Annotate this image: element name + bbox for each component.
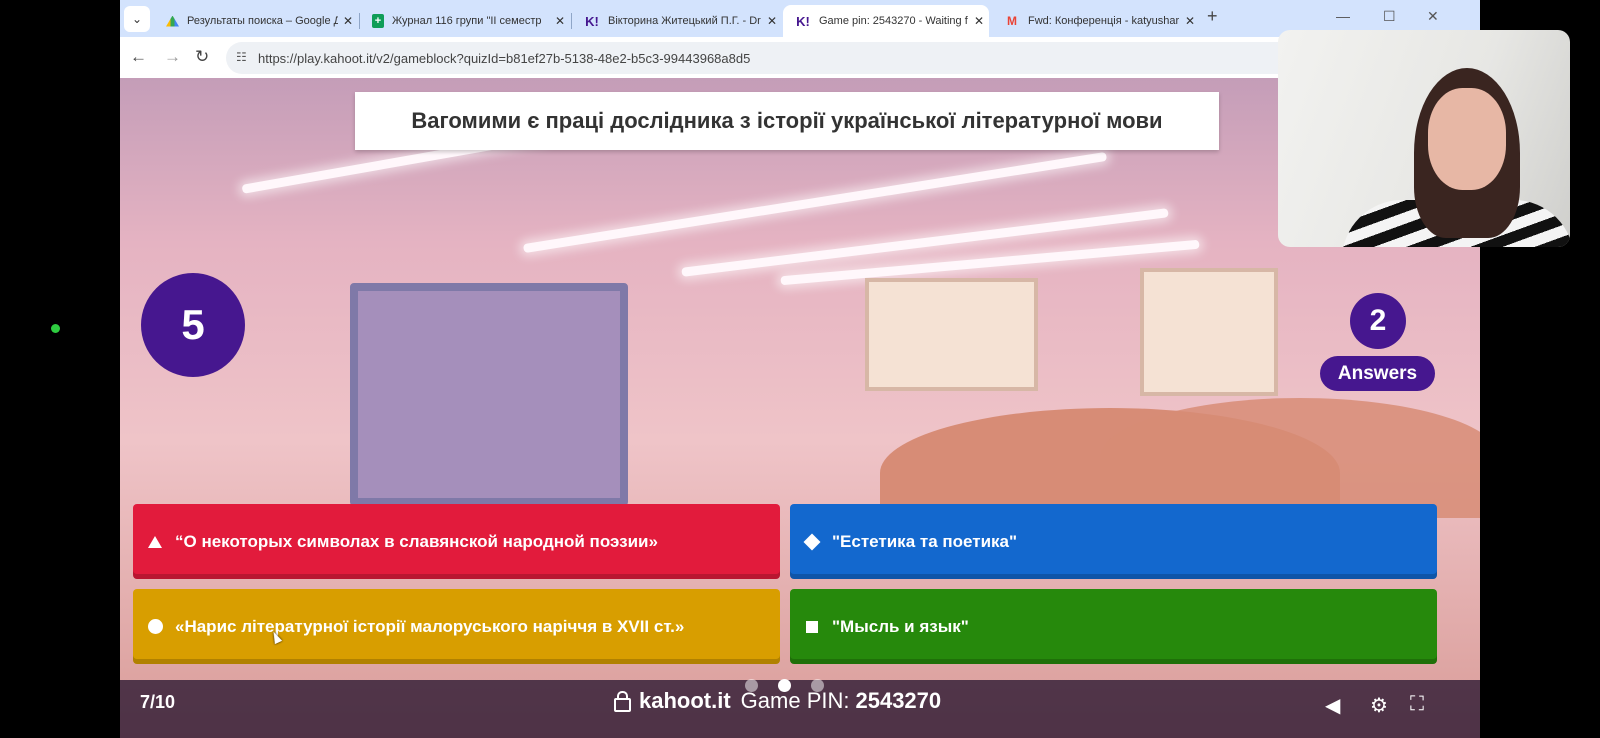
tab-game-pin[interactable]: K! Game pin: 2543270 - Waiting f ✕: [783, 5, 989, 37]
tab-title: Game pin: 2543270 - Waiting f: [819, 15, 968, 27]
answer-text: “О некоторых символах в славянской народ…: [175, 531, 658, 551]
fullscreen-icon[interactable]: ⛶: [1410, 693, 1424, 716]
kahoot-icon: K!: [796, 13, 810, 29]
question-text: Вагомими є праці дослідника з історії ук…: [411, 108, 1163, 133]
google-drive-icon: [166, 15, 179, 27]
tab-bar: ⌄ Результаты поиска – Google Д ✕ + Журна…: [120, 0, 1480, 37]
answer-yellow-circle[interactable]: «Нарис літературної історії малоруського…: [133, 589, 780, 664]
tab-journal[interactable]: + Журнал 116 групи "ІІ семестр ✕: [360, 5, 570, 37]
page-indicator: [745, 679, 824, 692]
square-icon: [792, 620, 832, 633]
close-icon[interactable]: ✕: [1180, 14, 1200, 28]
brand-name: kahoot.it: [639, 688, 731, 713]
kahoot-game-area: Вагомими є праці дослідника з історії ук…: [120, 78, 1480, 738]
page-dot: [811, 679, 824, 692]
browser-window: ⌄ Результаты поиска – Google Д ✕ + Журна…: [120, 0, 1480, 738]
answers-count: 2: [1350, 293, 1406, 349]
lock-icon: [614, 691, 631, 712]
close-window-icon[interactable]: ✕: [1427, 8, 1439, 25]
url-text: https://play.kahoot.it/v2/gameblock?quiz…: [258, 51, 751, 66]
person-face: [1428, 88, 1506, 190]
address-bar: ← → ↻ ☷ https://play.kahoot.it/v2/gamebl…: [120, 37, 1480, 78]
tab-title: Результаты поиска – Google Д: [187, 15, 338, 27]
minimize-icon[interactable]: —: [1336, 8, 1350, 24]
tab-gmail[interactable]: M Fwd: Конференція - katyushar ✕: [992, 5, 1200, 37]
countdown-timer: 5: [141, 273, 245, 377]
google-sheets-icon: +: [372, 14, 384, 28]
reload-button[interactable]: ↻: [195, 47, 209, 67]
tab-title: Вікторина Житецький П.Г. - Dr: [608, 15, 761, 27]
status-dot: [51, 324, 60, 333]
tab-title: Журнал 116 групи "ІІ семестр: [392, 15, 542, 27]
page-dot-active: [778, 679, 791, 692]
answers-label: Answers: [1320, 356, 1435, 391]
site-info-icon[interactable]: ☷: [236, 50, 247, 64]
question-progress: 7/10: [140, 692, 176, 712]
new-tab-button[interactable]: +: [1207, 6, 1218, 27]
close-icon[interactable]: ✕: [969, 14, 989, 28]
answer-red-triangle[interactable]: “О некоторых символах в славянской народ…: [133, 504, 780, 579]
close-icon[interactable]: ✕: [338, 14, 358, 28]
ceiling-light: [522, 151, 1108, 254]
answer-green-square[interactable]: "Мысль и язык": [790, 589, 1437, 664]
triangle-icon: [135, 535, 175, 548]
gear-icon[interactable]: ⚙: [1370, 693, 1388, 718]
classroom-screen: [350, 283, 628, 506]
webcam-overlay: [1278, 30, 1570, 247]
close-icon[interactable]: ✕: [762, 14, 782, 28]
diamond-icon: [792, 533, 832, 550]
gmail-icon: M: [1007, 14, 1017, 28]
answer-blue-diamond[interactable]: "Естетика та поетика": [790, 504, 1437, 579]
classroom-window: [865, 278, 1038, 391]
back-button[interactable]: ←: [130, 47, 147, 67]
game-pin-value: 2543270: [855, 688, 942, 713]
volume-icon[interactable]: ◀: [1325, 693, 1340, 718]
answer-text: "Мысль и язык": [832, 616, 969, 636]
page-dot: [745, 679, 758, 692]
maximize-icon[interactable]: ☐: [1383, 8, 1396, 25]
tab-title: Fwd: Конференція - katyushar: [1028, 15, 1180, 27]
answer-text: "Естетика та поетика": [832, 531, 1018, 551]
tab-google-drive[interactable]: Результаты поиска – Google Д ✕: [154, 5, 358, 37]
close-icon[interactable]: ✕: [550, 14, 570, 28]
url-input[interactable]: ☷ https://play.kahoot.it/v2/gameblock?qu…: [226, 42, 1326, 74]
forward-button[interactable]: →: [164, 47, 181, 67]
tab-kahoot-quiz[interactable]: K! Вікторина Житецький П.Г. - Dr ✕: [572, 5, 782, 37]
classroom-desk: [1100, 398, 1480, 518]
question-box: Вагомими є праці дослідника з історії ук…: [355, 92, 1219, 150]
circle-icon: [135, 619, 175, 634]
classroom-window: [1140, 268, 1278, 396]
kahoot-icon: K!: [585, 13, 599, 29]
answer-text: «Нарис літературної історії малоруського…: [175, 616, 685, 636]
tab-search-button[interactable]: ⌄: [124, 6, 150, 32]
